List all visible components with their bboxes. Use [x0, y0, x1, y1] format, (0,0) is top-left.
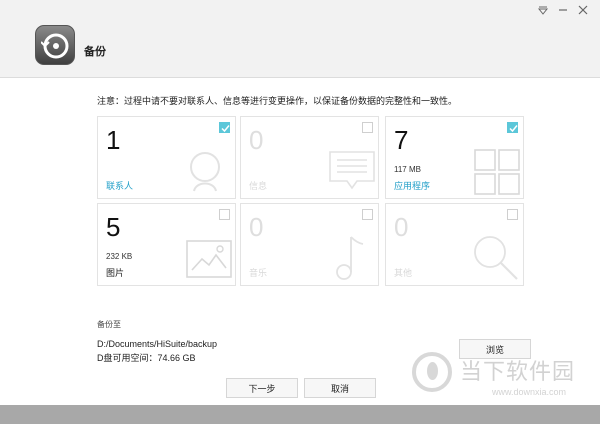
select-checkbox[interactable]	[219, 122, 230, 133]
backup-card-contacts[interactable]: 1 联系人	[97, 116, 236, 199]
item-size: 117 MB	[394, 165, 421, 174]
next-button[interactable]: 下一步	[226, 378, 298, 398]
watermark-logo-icon	[412, 352, 452, 392]
contact-icon	[190, 152, 220, 192]
backup-card-messages[interactable]: 0 信息	[240, 116, 379, 199]
item-count: 0	[249, 212, 264, 242]
watermark-url: www.downxia.com	[492, 387, 567, 397]
free-space-text: D盘可用空间：74.66 GB	[97, 353, 196, 363]
item-label: 信息	[249, 181, 268, 191]
item-count: 7	[394, 125, 409, 155]
window-header: 备份	[0, 0, 600, 78]
backup-card-other[interactable]: 0 其他	[385, 203, 524, 286]
select-checkbox[interactable]	[362, 209, 373, 220]
bottom-bar	[0, 405, 600, 424]
item-count: 0	[394, 212, 409, 242]
item-label: 其他	[394, 268, 413, 278]
minimize-icon[interactable]	[556, 4, 570, 16]
item-count: 0	[249, 125, 264, 155]
close-icon[interactable]	[576, 4, 590, 16]
cancel-button[interactable]: 取消	[304, 378, 376, 398]
message-icon	[329, 151, 375, 190]
notice-text: 注意：过程中请不要对联系人、信息等进行变更操作，以保证备份数据的完整性和一致性。	[97, 96, 458, 106]
music-note-icon	[336, 236, 364, 280]
item-size: 232 KB	[106, 252, 133, 261]
item-label: 联系人	[106, 181, 134, 191]
select-checkbox[interactable]	[507, 122, 518, 133]
backup-card-apps[interactable]: 7 117 MB 应用程序	[385, 116, 524, 199]
item-label: 音乐	[249, 268, 268, 278]
destination-path: D:/Documents/HiSuite/backup	[97, 339, 218, 349]
destination-heading: 备份至	[97, 320, 121, 329]
dropdown-icon[interactable]	[536, 4, 550, 16]
item-label: 应用程序	[394, 181, 431, 191]
item-count: 1	[106, 125, 121, 155]
apps-grid-icon	[474, 149, 520, 195]
picture-icon	[186, 240, 232, 278]
search-icon	[474, 236, 518, 280]
window-controls	[536, 4, 590, 16]
select-checkbox[interactable]	[507, 209, 518, 220]
select-checkbox[interactable]	[219, 209, 230, 220]
backup-app-icon	[35, 25, 75, 65]
item-count: 5	[106, 212, 121, 242]
item-label: 图片	[106, 268, 125, 278]
watermark-text: 当下软件园	[460, 360, 576, 385]
watermark: 当下软件园 www.downxia.com	[412, 352, 592, 404]
select-checkbox[interactable]	[362, 122, 373, 133]
backup-card-pictures[interactable]: 5 232 KB 图片	[97, 203, 236, 286]
page-title: 备份	[84, 46, 106, 58]
backup-card-music[interactable]: 0 音乐	[240, 203, 379, 286]
